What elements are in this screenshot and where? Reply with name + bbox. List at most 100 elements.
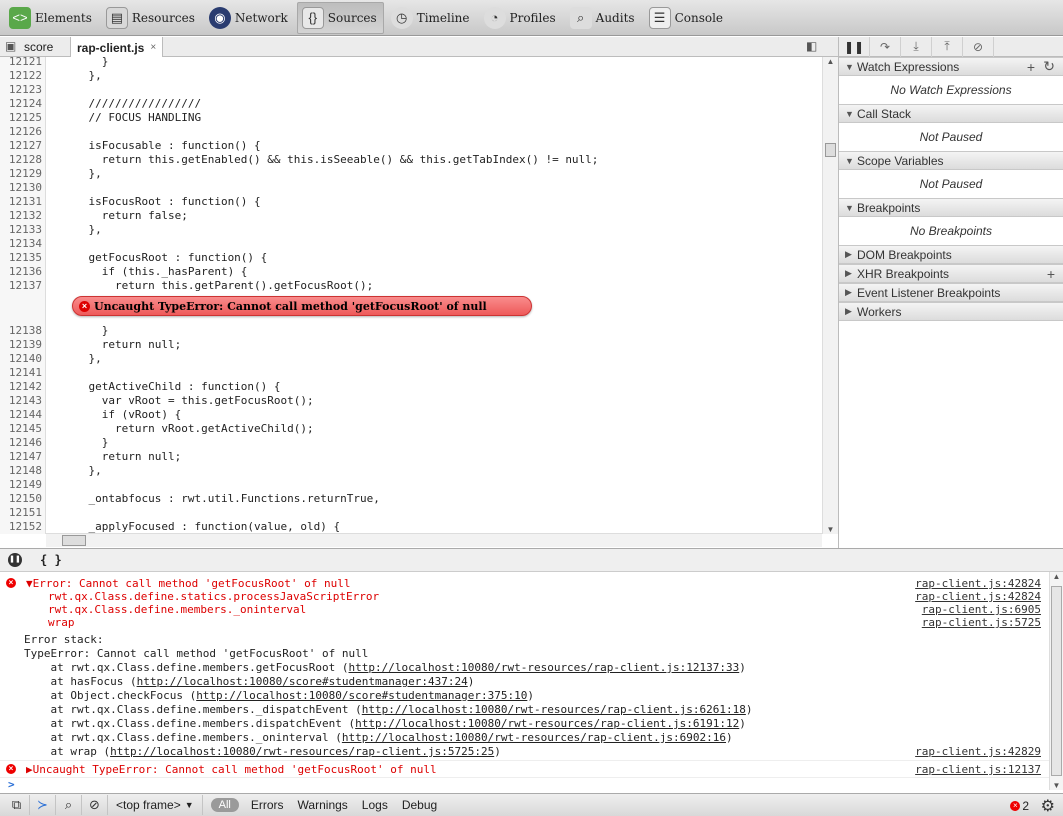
scrollbar-thumb[interactable] — [825, 143, 836, 157]
line-number[interactable]: 12138 — [0, 324, 42, 338]
stack-frame-url[interactable]: http://localhost:10080/rwt-resources/rap… — [349, 661, 740, 674]
close-icon[interactable]: × — [150, 42, 156, 53]
line-number[interactable]: 12132 — [0, 209, 42, 223]
section-xhr-breakpoints[interactable]: ▶ XHR Breakpoints + — [839, 264, 1063, 283]
error-count-badge[interactable]: × 2 — [1010, 799, 1029, 813]
line-number[interactable]: 12123 — [0, 83, 42, 97]
editor-vertical-scrollbar[interactable]: ▲ ▼ — [822, 57, 838, 534]
scroll-up-icon[interactable]: ▲ — [823, 57, 838, 66]
line-number[interactable]: 12140 — [0, 352, 42, 366]
section-workers[interactable]: ▶ Workers — [839, 302, 1063, 321]
line-number[interactable]: 12141 — [0, 366, 42, 380]
filter-all[interactable]: All — [210, 798, 239, 812]
filter-debug[interactable]: Debug — [402, 798, 437, 812]
line-number[interactable]: 12126 — [0, 125, 42, 139]
navigator-toggle-icon[interactable]: ▣ — [5, 39, 16, 53]
section-dom-breakpoints[interactable]: ▶ DOM Breakpoints — [839, 245, 1063, 264]
line-number[interactable]: 12136 — [0, 265, 42, 279]
step-out-icon[interactable]: ⤒ — [932, 36, 963, 57]
step-over-icon[interactable]: ↷ — [870, 36, 901, 57]
stack-frame-url[interactable]: http://localhost:10080/score#studentmana… — [137, 675, 468, 688]
line-number[interactable]: 12125 — [0, 111, 42, 125]
filter-warnings[interactable]: Warnings — [298, 798, 348, 812]
section-watch-expressions[interactable]: ▼ Watch Expressions + ↻ — [839, 57, 1063, 76]
code-editor[interactable]: × Uncaught TypeError: Cannot call method… — [0, 57, 822, 534]
line-number[interactable]: 12130 — [0, 181, 42, 195]
line-number[interactable]: 12121 — [0, 57, 42, 69]
console-source-link[interactable]: rap-client.js:42824 — [915, 577, 1041, 590]
stack-frame-url[interactable]: http://localhost:10080/rwt-resources/rap… — [355, 717, 739, 730]
audits-tab[interactable]: ⌕ Audits — [565, 2, 642, 34]
filter-logs[interactable]: Logs — [362, 798, 388, 812]
line-number[interactable]: 12144 — [0, 408, 42, 422]
refresh-icon[interactable]: ↻ — [1043, 58, 1055, 75]
line-number[interactable]: 12147 — [0, 450, 42, 464]
stack-frame-url[interactable]: http://localhost:10080/rwt-resources/rap… — [342, 731, 726, 744]
frame-selector[interactable]: <top frame> ▼ — [108, 795, 203, 815]
line-number[interactable]: 12148 — [0, 464, 42, 478]
h-scrollbar-thumb[interactable] — [62, 535, 86, 546]
console-uncaught-error[interactable]: ▶Uncaught TypeError: Cannot call method … — [26, 763, 437, 776]
deactivate-breakpoints-icon[interactable]: ⊘ — [963, 36, 994, 57]
line-number[interactable]: 12124 — [0, 97, 42, 111]
search-icon[interactable]: ⌕ — [56, 795, 82, 815]
network-tab[interactable]: ◉ Network — [204, 2, 295, 34]
line-number[interactable]: 12149 — [0, 478, 42, 492]
scroll-down-icon[interactable]: ▼ — [1050, 781, 1063, 790]
section-event-listener-breakpoints[interactable]: ▶ Event Listener Breakpoints — [839, 283, 1063, 302]
gear-icon[interactable]: ⚙ — [1041, 796, 1055, 816]
tab-rap-client[interactable]: rap-client.js × — [70, 37, 164, 58]
pause-on-exceptions-icon[interactable]: ❚❚ — [8, 553, 22, 567]
line-number[interactable]: 12122 — [0, 69, 42, 83]
stack-frame-url[interactable]: http://localhost:10080/score#studentmana… — [196, 689, 527, 702]
dock-icon[interactable]: ⧉ — [4, 795, 30, 815]
console-source-link[interactable]: rap-client.js:42829 — [915, 745, 1041, 758]
console-prompt[interactable]: > — [8, 778, 15, 790]
line-number[interactable]: 12131 — [0, 195, 42, 209]
section-scope-variables[interactable]: ▼ Scope Variables — [839, 151, 1063, 170]
section-breakpoints[interactable]: ▼ Breakpoints — [839, 198, 1063, 217]
timeline-tab[interactable]: ◷ Timeline — [386, 2, 477, 34]
line-number[interactable]: 12142 — [0, 380, 42, 394]
console-source-link[interactable]: rap-client.js:12137 — [915, 763, 1041, 776]
console-tab[interactable]: ☰ Console — [644, 2, 730, 34]
pretty-print-button[interactable]: { } — [40, 553, 62, 567]
add-icon[interactable]: + — [1047, 266, 1055, 282]
console-source-link[interactable]: rap-client.js:42824 — [915, 590, 1041, 603]
pause-icon[interactable]: ❚❚ — [839, 36, 870, 57]
elements-tab[interactable]: <> Elements — [4, 2, 99, 34]
section-call-stack[interactable]: ▼ Call Stack — [839, 104, 1063, 123]
step-into-icon[interactable]: ⤓ — [901, 36, 932, 57]
line-number[interactable]: 12134 — [0, 237, 42, 251]
editor-horizontal-scrollbar[interactable] — [46, 533, 822, 547]
sources-tab[interactable]: {} Sources — [296, 1, 384, 34]
stack-frame-url[interactable]: http://localhost:10080/rwt-resources/rap… — [362, 703, 746, 716]
line-number[interactable]: 12145 — [0, 422, 42, 436]
scroll-up-icon[interactable]: ▲ — [1050, 572, 1063, 581]
line-number[interactable]: 12143 — [0, 394, 42, 408]
line-number[interactable]: 12128 — [0, 153, 42, 167]
line-number[interactable]: 12150 — [0, 492, 42, 506]
line-number[interactable]: 12137 — [0, 279, 42, 293]
line-number[interactable]: 12129 — [0, 167, 42, 181]
line-number[interactable]: 12146 — [0, 436, 42, 450]
console-source-link[interactable]: rap-client.js:6905 — [922, 603, 1041, 616]
console-source-link[interactable]: rap-client.js:5725 — [922, 616, 1041, 629]
line-number[interactable]: 12139 — [0, 338, 42, 352]
stack-frame-url[interactable]: http://localhost:10080/rwt-resources/rap… — [110, 745, 494, 758]
scroll-down-icon[interactable]: ▼ — [823, 525, 838, 534]
line-number[interactable]: 12133 — [0, 223, 42, 237]
console-scrollbar[interactable]: ▲ ▼ — [1049, 572, 1063, 790]
line-number[interactable]: 12152 — [0, 520, 42, 534]
add-icon[interactable]: + — [1027, 59, 1035, 75]
line-number[interactable]: 12151 — [0, 506, 42, 520]
profiles-tab[interactable]: ◔ Profiles — [479, 2, 563, 34]
console-error-header[interactable]: ▼Error: Cannot call method 'getFocusRoot… — [26, 577, 351, 590]
filter-errors[interactable]: Errors — [251, 798, 284, 812]
debugger-toggle-icon[interactable]: ◧ — [806, 39, 817, 53]
show-console-icon[interactable]: ≻ — [30, 795, 56, 815]
scrollbar-thumb[interactable] — [1051, 586, 1062, 776]
clear-console-icon[interactable]: ⊘ — [82, 795, 108, 815]
line-number[interactable]: 12127 — [0, 139, 42, 153]
line-number[interactable]: 12135 — [0, 251, 42, 265]
